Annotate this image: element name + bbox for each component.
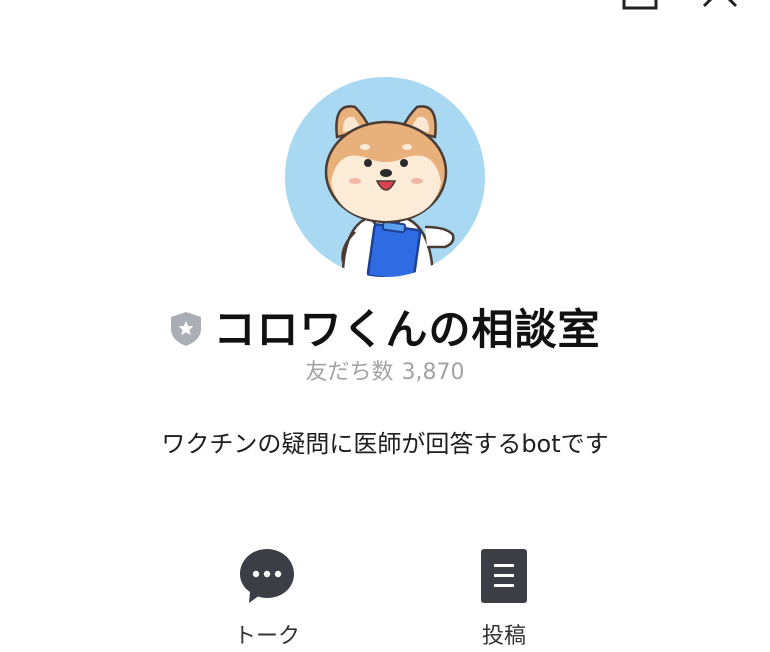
account-profile-page: コロワくんの相談室 友だち数 3,870 ワクチンの疑問に医師が回答するbotです… (0, 0, 770, 652)
friends-number: 3,870 (401, 360, 465, 385)
talk-label: トーク (233, 624, 300, 649)
friends-count: 友だち数 3,870 (0, 354, 770, 386)
document-icon (481, 549, 527, 603)
account-name: コロワくんの相談室 (213, 305, 601, 354)
post-button[interactable]: 投稿 (439, 546, 569, 650)
close-icon[interactable] (702, 0, 740, 14)
talk-button[interactable]: トーク (202, 546, 332, 650)
shield-star-icon (171, 311, 202, 346)
post-label: 投稿 (481, 624, 526, 649)
shiba-doctor-avatar (285, 77, 485, 277)
chat-bubble-icon (240, 549, 294, 603)
account-name-row: コロワくんの相談室 (0, 296, 770, 357)
account-description: ワクチンの疑問に医師が回答するbotです (161, 430, 609, 458)
friends-label: 友だち数 (305, 360, 394, 385)
share-icon[interactable] (622, 0, 658, 16)
